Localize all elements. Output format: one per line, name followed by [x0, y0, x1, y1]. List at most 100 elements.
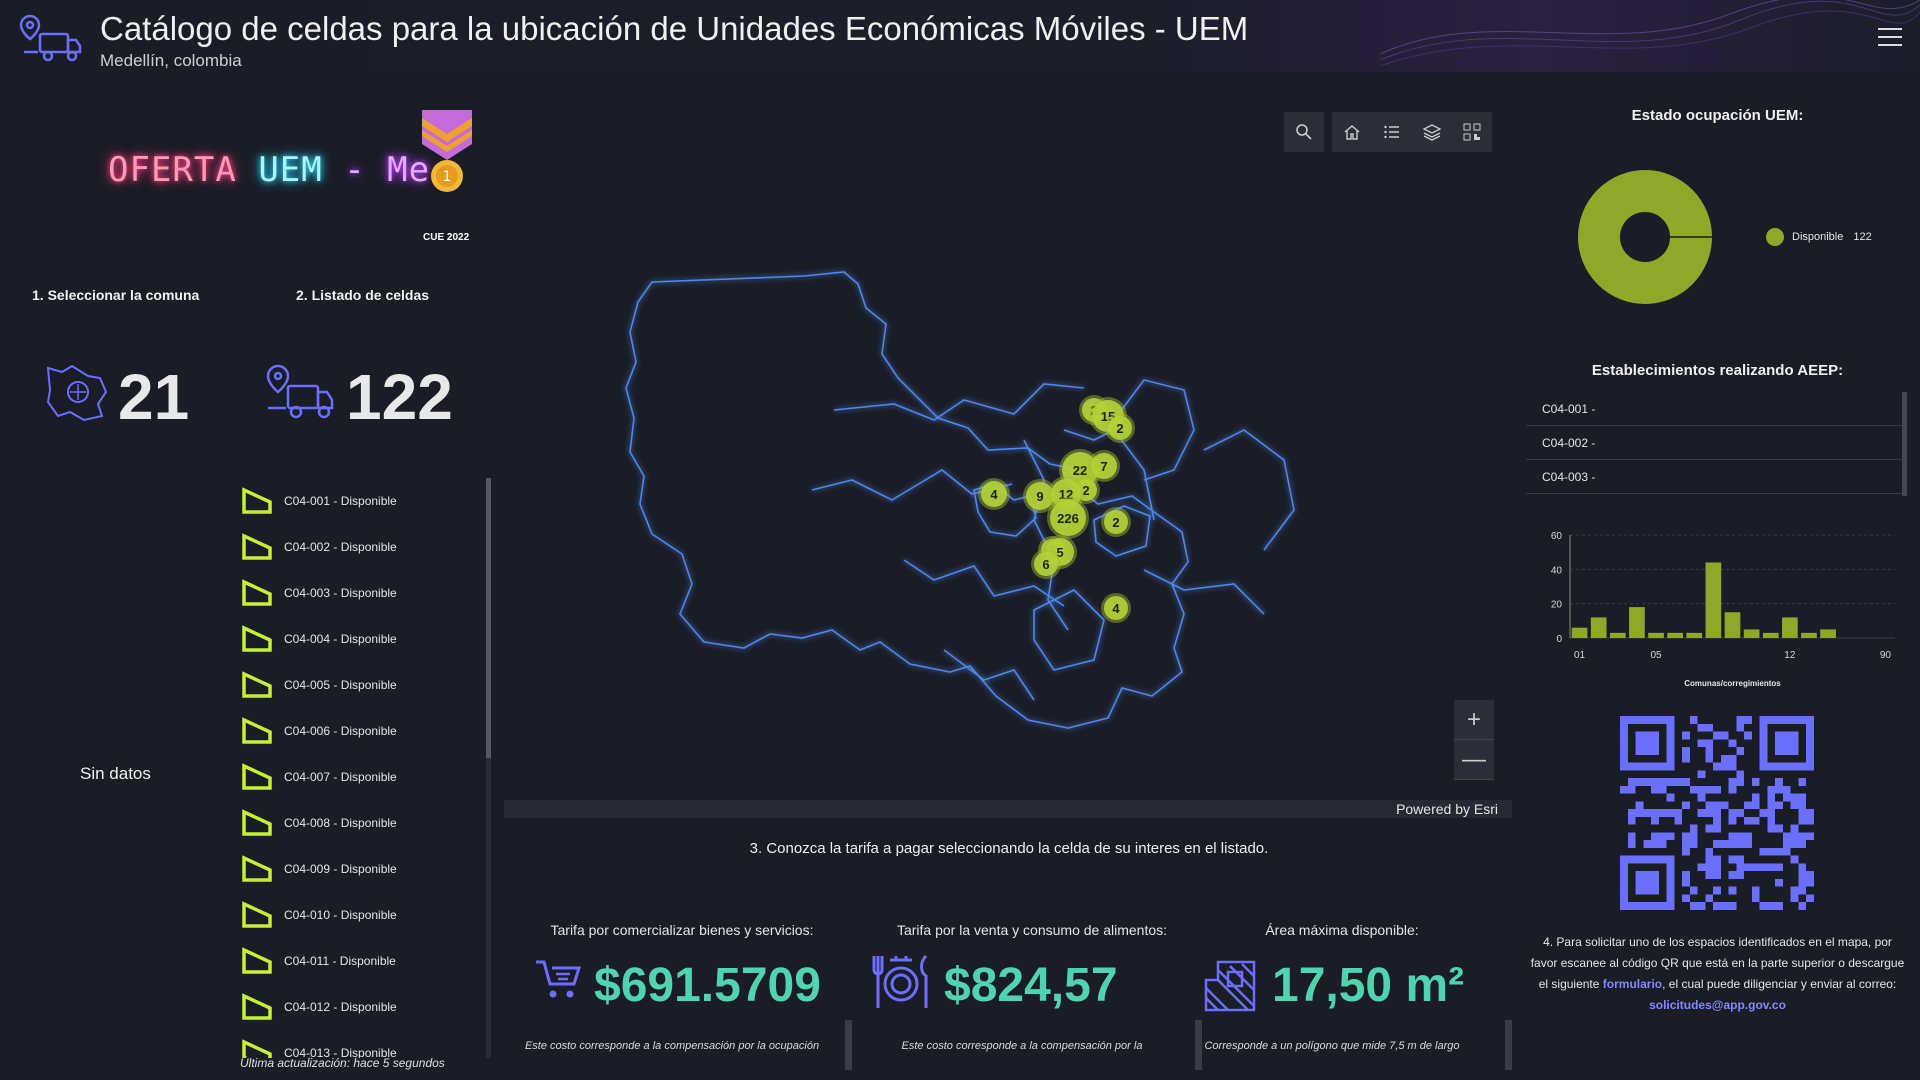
chart-bar[interactable]: [1686, 632, 1703, 638]
map-cluster-marker[interactable]: 6: [1031, 549, 1061, 579]
hamburger-menu-icon[interactable]: [1878, 28, 1902, 48]
donut-title: Estado ocupación UEM:: [1631, 107, 1804, 124]
cell-list-label: C04-006 - Disponible: [284, 724, 397, 738]
legend-count: 122: [1853, 231, 1872, 243]
kpi-tarifa-bienes: Tarifa por comercializar bienes y servic…: [512, 922, 852, 1072]
header: Catálogo de celdas para la ubicación de …: [0, 0, 1920, 72]
cell-list-item[interactable]: C04-013 - Disponible: [240, 1030, 480, 1058]
no-data-label: Sin datos: [80, 764, 151, 783]
last-update-text: Última actualización: hace 5 segundos: [240, 1056, 445, 1070]
cell-list-item[interactable]: C04-007 - Disponible: [240, 754, 480, 800]
map-view[interactable]: 21522272491222622564: [504, 90, 1514, 818]
cell-list-item[interactable]: C04-001 - Disponible: [240, 478, 480, 524]
map-cluster-marker[interactable]: 2: [1105, 413, 1135, 443]
kpi-tarifa-alimentos: Tarifa por la venta y consumo de aliment…: [862, 922, 1202, 1072]
x-tick-label: 05: [1650, 650, 1662, 661]
cell-list-label: C04-011 - Disponible: [284, 954, 396, 968]
map-layers-button[interactable]: [1412, 112, 1452, 152]
cell-list-label: C04-010 - Disponible: [284, 908, 397, 922]
kpi-value: $824,57: [944, 959, 1118, 1012]
chart-bar[interactable]: [1667, 632, 1683, 638]
map-search-button[interactable]: [1284, 112, 1324, 152]
cell-list-item[interactable]: C04-006 - Disponible: [240, 708, 480, 754]
chart-bar[interactable]: [1648, 632, 1664, 638]
kpi-note: Este costo corresponde a la compensación…: [524, 1040, 820, 1052]
map-cluster-marker[interactable]: 4: [1101, 593, 1131, 623]
cell-list-item[interactable]: C04-010 - Disponible: [240, 892, 480, 938]
map-cluster-marker[interactable]: 4: [978, 478, 1010, 510]
map-home-button[interactable]: [1332, 112, 1372, 152]
cell-list-item[interactable]: C04-002 - Disponible: [240, 524, 480, 570]
cell-list-label: C04-012 - Disponible: [284, 1000, 397, 1014]
aeep-list-item[interactable]: C04-003 -: [1526, 460, 1904, 494]
kpi-label: Tarifa por la venta y consumo de aliment…: [896, 922, 1168, 938]
cell-polygon-icon: [242, 717, 272, 744]
chart-bar[interactable]: [1820, 629, 1836, 638]
medellin-boundary: [625, 271, 1295, 729]
cell-list-item[interactable]: C04-011 - Disponible: [240, 938, 480, 984]
chart-bar[interactable]: [1571, 627, 1588, 638]
cells-count: 122: [346, 361, 453, 433]
medal-icon: 1: [422, 110, 472, 192]
cell-polygon-icon: [242, 487, 272, 514]
layers-icon: [1423, 124, 1441, 141]
y-tick-label: 60: [1551, 531, 1563, 542]
zoom-out-button[interactable]: —: [1454, 740, 1494, 780]
chart-bar[interactable]: [1782, 617, 1798, 638]
cell-list-item[interactable]: C04-004 - Disponible: [240, 616, 480, 662]
neon-word-uem: UEM: [258, 150, 323, 190]
cluster-count-label: 7: [1100, 459, 1107, 474]
form-link[interactable]: formulario: [1603, 977, 1662, 991]
cluster-count-label: 4: [990, 487, 998, 502]
chart-bar[interactable]: [1743, 629, 1760, 638]
cell-list-label: C04-001 - Disponible: [284, 494, 397, 508]
cell-list-item[interactable]: C04-005 - Disponible: [240, 662, 480, 708]
x-tick-label: 01: [1574, 650, 1586, 661]
cell-list-scrollbar[interactable]: [486, 478, 491, 1058]
chart-bar[interactable]: [1629, 607, 1645, 638]
cell-list-label: C04-007 - Disponible: [284, 770, 397, 784]
chart-bar[interactable]: [1705, 562, 1722, 638]
cell-list-item[interactable]: C04-009 - Disponible: [240, 846, 480, 892]
chart-bar[interactable]: [1590, 617, 1607, 638]
cell-list-item[interactable]: C04-012 - Disponible: [240, 984, 480, 1030]
comuna-count: 21: [118, 361, 190, 433]
cell-list-label: C04-005 - Disponible: [284, 678, 397, 692]
y-tick-label: 0: [1556, 634, 1562, 645]
email-link[interactable]: solicitudes@app.gov.co: [1649, 998, 1786, 1012]
kpi-scrollbar[interactable]: [1505, 1020, 1512, 1070]
map-cluster-marker[interactable]: 2: [1101, 507, 1131, 537]
cell-list-item[interactable]: C04-008 - Disponible: [240, 800, 480, 846]
occupancy-donut-chart[interactable]: [1578, 170, 1712, 304]
cell-list[interactable]: C04-001 - Disponible C04-002 - Disponible…: [240, 478, 480, 1058]
cell-polygon-icon: [242, 855, 272, 882]
cell-polygon-icon: [242, 947, 272, 974]
cell-polygon-icon: [242, 993, 272, 1020]
cluster-count-label: 4: [1112, 601, 1120, 616]
map-toolbar: [1284, 112, 1492, 152]
map-basemap-button[interactable]: [1452, 112, 1492, 152]
chart-bar[interactable]: [1801, 632, 1817, 638]
map-legend-button[interactable]: [1372, 112, 1412, 152]
aeep-list-item[interactable]: C04-001 -: [1526, 392, 1904, 426]
comuna-map-icon: [46, 364, 108, 422]
chart-bar[interactable]: [1609, 632, 1626, 638]
cluster-count-label: 22: [1073, 463, 1087, 478]
cluster-count-label: 9: [1036, 489, 1043, 504]
kpi-label: Área máxima disponible:: [1265, 922, 1419, 938]
zoom-in-button[interactable]: +: [1454, 700, 1494, 740]
chart-bar[interactable]: [1724, 612, 1741, 638]
aeep-scrollbar[interactable]: [1902, 392, 1907, 496]
mobile-truck-logo-icon: [19, 14, 82, 62]
truck-icon: [266, 364, 334, 419]
cell-list-item[interactable]: C04-003 - Disponible: [240, 570, 480, 616]
aeep-list-item[interactable]: C04-002 -: [1526, 426, 1904, 460]
legend-label: Disponible: [1792, 231, 1844, 243]
map-cluster-marker[interactable]: 7: [1088, 450, 1120, 482]
kpi-value: $691.5709: [594, 959, 821, 1012]
cell-polygon-icon: [242, 901, 272, 928]
chart-bar[interactable]: [1762, 632, 1779, 638]
kpi-scrollbar[interactable]: [845, 1020, 852, 1070]
step4-text-cont: , el cual puede diligenciar y enviar al …: [1662, 977, 1897, 991]
map-cluster-marker[interactable]: 226: [1047, 497, 1089, 539]
